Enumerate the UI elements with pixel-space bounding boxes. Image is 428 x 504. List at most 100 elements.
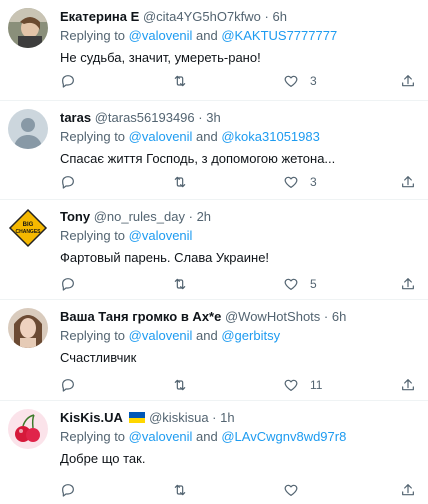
avatar[interactable] <box>8 8 48 48</box>
share-button[interactable] <box>400 377 416 393</box>
timestamp[interactable]: 6h <box>332 309 346 324</box>
share-button[interactable] <box>400 276 416 292</box>
like-count: 11 <box>310 378 323 392</box>
timestamp[interactable]: 6h <box>273 9 287 24</box>
and-text: and <box>192 28 222 43</box>
like-button[interactable]: 5 <box>283 276 317 292</box>
sign-text-big: BIG <box>23 222 34 228</box>
mention-link[interactable]: @koka31051983 <box>221 129 320 144</box>
action-bar: 11 <box>60 376 420 394</box>
and-text: and <box>192 129 222 144</box>
reply-button[interactable] <box>60 73 76 89</box>
separator: · <box>212 410 217 425</box>
reply-icon <box>62 278 74 291</box>
road-sign-avatar: BIG CHANGES <box>8 208 48 248</box>
replying-to: Replying to @valovenil and @LAvCwgnv8wd9… <box>60 429 420 445</box>
mention-link[interactable]: @valovenil <box>129 228 193 243</box>
retweet-icon <box>174 379 186 391</box>
reply-button[interactable] <box>60 377 76 393</box>
share-icon <box>402 176 414 188</box>
mention-link[interactable]: @LAvCwgnv8wd97r8 <box>221 429 346 444</box>
action-bar: 5 <box>60 275 420 293</box>
replying-to: Replying to @valovenil and @gerbitsy <box>60 328 420 344</box>
reply-button[interactable] <box>60 276 76 292</box>
retweet-button[interactable] <box>172 482 199 498</box>
author-name[interactable]: taras <box>60 110 91 125</box>
avatar[interactable] <box>8 109 48 149</box>
author-handle[interactable]: @no_rules_day <box>94 209 185 224</box>
mention-link[interactable]: @valovenil <box>129 429 193 444</box>
replying-prefix: Replying to <box>60 328 129 343</box>
mention-link[interactable]: @gerbitsy <box>221 328 280 343</box>
like-button[interactable] <box>283 482 310 498</box>
separator: · <box>198 110 203 125</box>
avatar[interactable]: BIG CHANGES <box>8 208 48 248</box>
replying-to: Replying to @valovenil <box>60 228 420 244</box>
timestamp[interactable]: 3h <box>206 110 220 125</box>
timestamp[interactable]: 2h <box>197 209 211 224</box>
like-icon <box>284 176 298 188</box>
author-name[interactable]: Екатерина Е <box>60 9 139 24</box>
reply-icon <box>62 176 74 189</box>
action-bar: 3 <box>60 173 420 191</box>
action-bar <box>60 481 420 499</box>
mention-link[interactable]: @valovenil <box>129 328 193 343</box>
tweet[interactable]: Ваша Таня громко в Ах*е @WowHotShots · 6… <box>0 300 428 401</box>
avatar[interactable] <box>8 409 48 449</box>
mention-link[interactable]: @KAKTUS7777777 <box>221 28 337 43</box>
reply-icon <box>62 75 74 88</box>
separator: · <box>323 309 329 324</box>
author-name[interactable]: KisKis.UA <box>60 410 123 425</box>
reply-button[interactable] <box>60 482 76 498</box>
author-handle[interactable]: @cita4YG5hO7kfwo <box>143 9 261 24</box>
like-count: 3 <box>310 175 317 189</box>
avatar-photo <box>8 308 48 348</box>
author-name[interactable]: Ваша Таня громко в Ах*е <box>60 309 221 324</box>
mention-link[interactable]: @valovenil <box>129 129 193 144</box>
share-button[interactable] <box>400 482 416 498</box>
tweet-text: Счастливчик <box>60 350 137 365</box>
retweet-button[interactable] <box>172 276 199 292</box>
author-handle[interactable]: @WowHotShots <box>225 309 320 324</box>
avatar[interactable] <box>8 308 48 348</box>
tweet[interactable]: BIG CHANGES Tony @no_rules_day · 2h Repl… <box>0 200 428 300</box>
like-button[interactable]: 3 <box>283 174 317 190</box>
like-count: 5 <box>310 277 317 291</box>
author-handle[interactable]: @kiskisua <box>149 410 208 425</box>
retweet-button[interactable] <box>172 73 199 89</box>
share-icon <box>402 484 414 496</box>
avatar-photo <box>8 8 48 48</box>
tweet-text: Не судьба, значит, умереть-рано! <box>60 50 261 65</box>
author-name[interactable]: Tony <box>60 209 90 224</box>
tweet-text: Фартовый парень. Слава Украине! <box>60 250 270 265</box>
mention-link[interactable]: @valovenil <box>129 28 193 43</box>
replying-prefix: Replying to <box>60 228 129 243</box>
like-count: 3 <box>310 74 317 88</box>
reply-icon <box>62 379 74 392</box>
replying-to: Replying to @valovenil and @KAKTUS777777… <box>60 28 420 44</box>
like-button[interactable]: 3 <box>283 73 317 89</box>
like-button[interactable]: 11 <box>283 377 322 393</box>
author-handle[interactable]: @taras56193496 <box>95 110 195 125</box>
share-button[interactable] <box>400 73 416 89</box>
replying-to: Replying to @valovenil and @koka31051983 <box>60 129 420 145</box>
retweet-icon <box>174 75 186 87</box>
retweet-button[interactable] <box>172 377 199 393</box>
separator: · <box>264 9 269 24</box>
tweet[interactable]: KisKis.UA @kiskisua · 1h Replying to @va… <box>0 401 428 504</box>
timestamp[interactable]: 1h <box>220 410 234 425</box>
reply-icon <box>62 484 74 497</box>
replying-prefix: Replying to <box>60 429 129 444</box>
and-text: and <box>192 429 222 444</box>
share-button[interactable] <box>400 174 416 190</box>
action-bar: 3 <box>60 72 420 90</box>
default-avatar-icon <box>8 109 48 149</box>
reply-button[interactable] <box>60 174 76 190</box>
tweet[interactable]: Екатерина Е @cita4YG5hO7kfwo · 6h Replyi… <box>0 0 428 101</box>
retweet-button[interactable] <box>172 174 199 190</box>
tweet-text: Спасає життя Господь, з допомогою жетона… <box>60 151 336 166</box>
replying-prefix: Replying to <box>60 129 129 144</box>
sign-text-changes: CHANGES <box>15 229 41 235</box>
tweet[interactable]: taras @taras56193496 · 3h Replying to @v… <box>0 101 428 200</box>
separator: · <box>188 209 193 224</box>
